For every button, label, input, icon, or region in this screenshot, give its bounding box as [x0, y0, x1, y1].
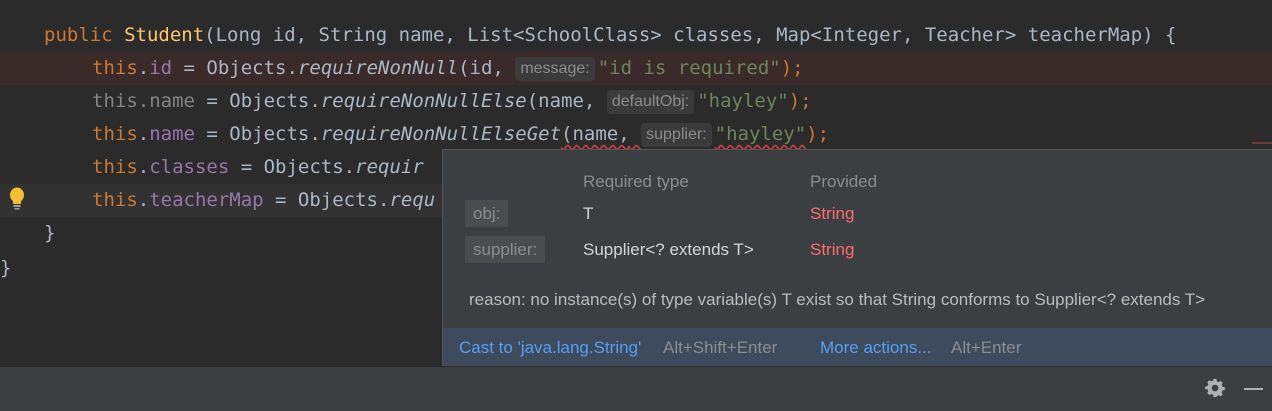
parameter-hint: message:	[515, 57, 595, 81]
assign-text: = Objects.	[229, 156, 356, 178]
param-label-obj: obj:	[465, 200, 509, 227]
error-stripe-mark[interactable]	[1252, 142, 1272, 144]
string-literal: "id is required"	[597, 57, 781, 79]
gear-icon[interactable]	[1204, 377, 1226, 399]
more-actions-link[interactable]: More actions...	[820, 328, 932, 368]
statement-end: );	[806, 123, 830, 145]
code-line-4[interactable]: this.name = Objects.requireNonNullElseGe…	[0, 118, 1272, 151]
field-name: classes	[149, 156, 230, 178]
method-name: requireNonNullElseGet	[320, 123, 562, 145]
method-name: requ	[389, 189, 436, 211]
cast-to-string-action[interactable]: Cast to 'java.lang.String'	[459, 328, 641, 368]
statement-end: );	[788, 90, 812, 112]
closing-brace-outer: }	[0, 257, 12, 279]
lightbulb-icon[interactable]	[8, 186, 26, 210]
code-line-3[interactable]: this.name = Objects.requireNonNullElse(n…	[0, 85, 1272, 118]
constructor-name: Student	[124, 24, 205, 46]
assign-text: = Objects.	[194, 90, 321, 112]
argument-text: (name,	[561, 123, 630, 145]
provided-type-supplier: String	[810, 240, 855, 259]
header-required-type: Required type	[583, 172, 689, 191]
string-literal: "hayley"	[697, 90, 789, 112]
parameter-hint: defaultObj:	[606, 90, 695, 114]
code-line-2[interactable]: this.id = Objects.requireNonNull(id, mes…	[0, 52, 1272, 85]
string-literal-error: "hayley"	[714, 123, 807, 145]
constructor-params: (Long id, String name, List<SchoolClass>…	[204, 24, 1177, 46]
field-name: name	[149, 90, 195, 112]
method-name: requireNonNullElse	[320, 90, 527, 112]
cast-shortcut: Alt+Shift+Enter	[663, 338, 778, 357]
keyword: public	[44, 24, 113, 46]
code-line-1[interactable]: public Student(Long id, String name, Lis…	[0, 19, 1272, 52]
bottom-toolbar	[0, 366, 1272, 411]
required-type-obj: T	[583, 204, 594, 223]
parameter-hint: supplier:	[641, 123, 712, 147]
closing-brace: }	[44, 222, 56, 244]
more-actions-shortcut: Alt+Enter	[951, 338, 1022, 357]
this-keyword: this	[92, 189, 138, 211]
error-reason: reason: no instance(s) of type variable(…	[469, 290, 1206, 309]
error-tooltip-popup: Required type Provided obj: T String sup…	[442, 149, 1272, 366]
assign-text: = Objects.	[194, 123, 321, 145]
this-keyword: this	[92, 57, 138, 79]
assign-text: = Objects.	[172, 57, 298, 79]
field-name: id	[149, 57, 173, 79]
required-type-supplier: Supplier<? extends T>	[583, 240, 754, 259]
method-name: requir	[355, 156, 424, 178]
field-name: name	[149, 123, 195, 145]
this-keyword: this	[92, 123, 138, 145]
header-provided: Provided	[810, 172, 878, 191]
argument-text: (name,	[526, 90, 596, 112]
quick-fix-bar: Cast to 'java.lang.String' Alt+Shift+Ent…	[443, 328, 1272, 366]
method-name: requireNonNull	[297, 57, 459, 79]
statement-end: );	[780, 57, 804, 79]
argument-text: (id,	[458, 57, 504, 79]
minimize-icon[interactable]	[1244, 388, 1263, 390]
assign-text: = Objects.	[263, 189, 390, 211]
this-keyword: this	[92, 156, 138, 178]
provided-type-obj: String	[810, 204, 855, 223]
field-name: teacherMap	[149, 189, 264, 211]
param-label-supplier: supplier:	[465, 236, 546, 263]
this-keyword: this	[92, 90, 138, 112]
